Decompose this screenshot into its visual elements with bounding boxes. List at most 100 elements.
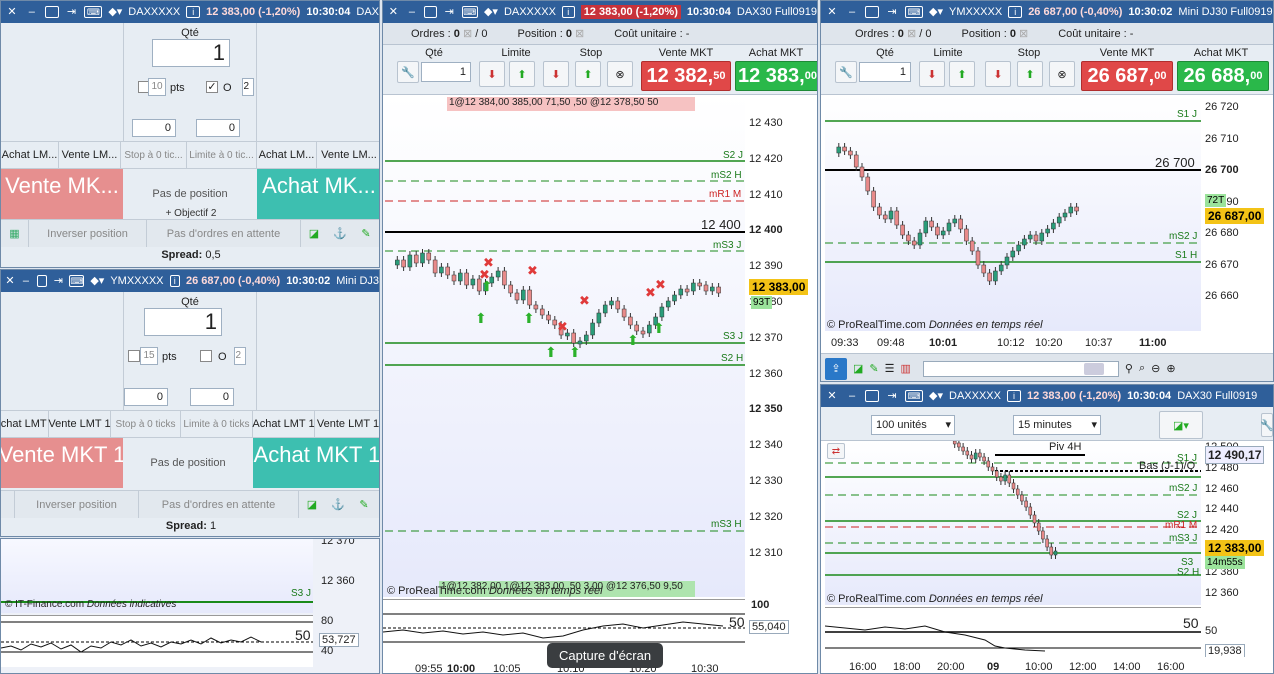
limit-buy-icon[interactable]: ⬆ — [509, 61, 535, 87]
o-value[interactable]: 2 — [234, 347, 246, 365]
table-icon[interactable] — [1, 491, 15, 518]
col-limite[interactable]: Limite à 0 tic... — [187, 142, 257, 168]
col-achat-lmt[interactable]: Achat LMT 1 — [1, 411, 49, 437]
col-achat-lmt-2[interactable]: Achat LMT 1 — [252, 411, 315, 437]
sell-market-button[interactable]: 12 382, 50 — [641, 61, 731, 91]
reverse-position-button[interactable]: Inverser position — [15, 491, 139, 518]
instrument-name[interactable]: YMXXXXX — [110, 275, 163, 287]
reverse-position-button[interactable]: Inverser position — [29, 220, 147, 247]
maximize-icon[interactable] — [865, 6, 879, 18]
minimize-icon[interactable]: – — [845, 389, 859, 403]
stop-buy-icon[interactable]: ⬆ — [575, 61, 601, 87]
zoom-out-icon[interactable]: ⊖ — [1151, 362, 1160, 375]
limit-sell-icon[interactable]: ⬇ — [479, 61, 505, 87]
table-icon[interactable]: ▦ — [1, 220, 29, 247]
indicator-icon[interactable]: ◪ — [853, 362, 863, 375]
qty-input[interactable]: 1 — [152, 39, 230, 67]
drawing-icon[interactable]: ✎ — [869, 362, 878, 375]
info-icon[interactable]: i — [169, 275, 181, 287]
keyboard-icon[interactable]: ⌨ — [905, 390, 923, 402]
instrument-icon[interactable]: ◆▾ — [929, 389, 943, 403]
minimize-icon[interactable]: – — [25, 5, 39, 19]
magnet-icon[interactable]: ⚲ — [1125, 362, 1133, 375]
qty-input[interactable]: 1 — [421, 62, 471, 82]
stepper-1[interactable]: 0 — [124, 388, 168, 406]
pts-checkbox[interactable] — [128, 350, 140, 362]
maximize-icon[interactable] — [865, 390, 879, 402]
buy-market-button[interactable]: 26 688, 00 — [1177, 61, 1269, 91]
wrench-icon[interactable]: 🔧 — [835, 61, 857, 83]
buy-market-button[interactable]: 12 383, 00 — [735, 61, 817, 91]
chart-icon[interactable]: ◪ — [299, 491, 325, 518]
stepper-2[interactable]: 0 — [196, 119, 240, 137]
stop-buy-icon[interactable]: ⬆ — [1017, 61, 1043, 87]
col-stop[interactable]: Stop à 0 tic... — [121, 142, 187, 168]
instrument-icon[interactable]: ◆▾ — [90, 274, 104, 288]
close-icon[interactable]: ✕ — [825, 5, 839, 19]
minimize-icon[interactable]: – — [845, 5, 859, 19]
buy-market-button[interactable]: Achat MKT 1 — [253, 438, 379, 488]
col-vente-lmt-2[interactable]: Vente LM... — [317, 142, 379, 168]
zoom-fit-icon[interactable]: ⌕ — [1139, 362, 1145, 375]
col-stop[interactable]: Stop à 0 ticks — [111, 411, 181, 437]
info-icon[interactable]: i — [1006, 390, 1021, 402]
anchor-icon[interactable]: ⚓ — [327, 220, 353, 247]
close-icon[interactable]: ✕ — [5, 5, 19, 19]
o-checkbox[interactable]: ✓ — [206, 81, 218, 93]
stepper-1[interactable]: 0 — [132, 119, 176, 137]
price-chart[interactable]: S1 J 26 700 mS2 J S1 H © ProRealTime.com… — [825, 95, 1201, 331]
instrument-icon[interactable]: ◆▾ — [108, 5, 122, 19]
price-chart[interactable]: 1@12 384,00 385,00 71,50 ,50 @12 378,50 … — [383, 95, 745, 597]
close-icon[interactable]: ✕ — [5, 274, 15, 288]
pin-icon[interactable]: ⇥ — [443, 5, 456, 19]
keyboard-icon[interactable]: ⌨ — [905, 6, 923, 18]
o-value[interactable]: 2 — [242, 78, 254, 96]
scrollbar[interactable] — [922, 360, 1119, 377]
instrument-icon[interactable]: ◆▾ — [929, 5, 943, 19]
qty-input[interactable]: 1 — [859, 62, 911, 82]
wrench-icon[interactable]: 🔧 — [1260, 413, 1273, 437]
wrench-icon[interactable]: 🔧 — [397, 61, 419, 83]
price-chart[interactable]: Piv 4H Bas (J-1)/Q S1 J mS2 J S2 J mR1 M… — [825, 441, 1201, 605]
info-icon[interactable]: i — [561, 6, 575, 18]
pts-value[interactable]: 10 — [148, 78, 166, 96]
keyboard-icon[interactable]: ⌨ — [69, 275, 85, 287]
position-close-icon[interactable]: ⊠ — [575, 28, 584, 40]
col-vente-lmt[interactable]: Vente LM... — [59, 142, 121, 168]
minimize-icon[interactable]: – — [406, 5, 419, 19]
zoom-in-icon[interactable]: ⊕ — [1166, 362, 1175, 375]
stop-sell-icon[interactable]: ⬇ — [543, 61, 569, 87]
sync-icon[interactable]: ⇄ — [827, 443, 845, 459]
minimize-icon[interactable]: – — [21, 274, 31, 288]
orders-close-icon[interactable]: ⊠ — [907, 28, 916, 40]
pin-icon[interactable]: ⇥ — [65, 5, 79, 19]
instrument-name[interactable]: DAXXXXX — [128, 6, 180, 18]
limit-sell-icon[interactable]: ⬇ — [919, 61, 945, 87]
keyboard-icon[interactable]: ⌨ — [461, 6, 478, 18]
candles-icon[interactable]: ▥ — [901, 362, 911, 375]
edit-icon[interactable]: ✎ — [351, 491, 377, 518]
stop-cancel-icon[interactable]: ⊗ — [1049, 61, 1075, 87]
position-close-icon[interactable]: ⊠ — [1019, 28, 1028, 40]
col-vente-lmt[interactable]: Vente LMT 1 — [48, 411, 111, 437]
pin-icon[interactable]: ⇥ — [53, 274, 63, 288]
stop-cancel-icon[interactable]: ⊗ — [607, 61, 633, 87]
instrument-name[interactable]: YMXXXXX — [949, 6, 1002, 18]
scroll-thumb[interactable] — [1083, 362, 1104, 375]
close-icon[interactable]: ✕ — [387, 5, 400, 19]
info-icon[interactable]: i — [186, 6, 201, 18]
col-limite[interactable]: Limite à 0 ticks — [181, 411, 253, 437]
interval-select[interactable]: 15 minutes ▾ — [1013, 415, 1101, 435]
share-icon[interactable]: ⇪ — [825, 357, 847, 380]
maximize-icon[interactable] — [424, 6, 437, 18]
chart-style-icon[interactable]: ◪▾ — [1159, 411, 1203, 439]
col-achat-lmt[interactable]: Achat LM... — [1, 142, 59, 168]
instrument-icon[interactable]: ◆▾ — [484, 5, 498, 19]
keyboard-icon[interactable]: ⌨ — [84, 6, 103, 18]
pin-icon[interactable]: ⇥ — [885, 389, 899, 403]
close-icon[interactable]: ✕ — [825, 389, 839, 403]
maximize-icon[interactable] — [36, 275, 48, 287]
col-vente-lmt-2[interactable]: Vente LMT 1 — [315, 411, 379, 437]
anchor-icon[interactable]: ⚓ — [325, 491, 351, 518]
qty-input[interactable]: 1 — [144, 308, 222, 336]
